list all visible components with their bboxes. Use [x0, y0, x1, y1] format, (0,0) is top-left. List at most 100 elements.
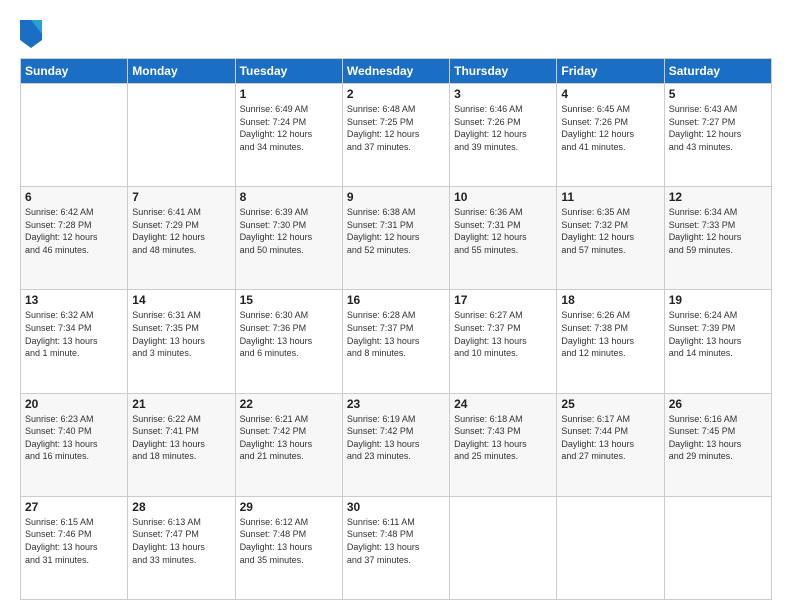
day-header-sunday: Sunday	[21, 59, 128, 84]
calendar-cell: 1 Sunrise: 6:49 AM Sunset: 7:24 PM Daylig…	[235, 84, 342, 187]
day-info: Sunrise: 6:24 AM Sunset: 7:39 PM Dayligh…	[669, 309, 767, 359]
day-info: Sunrise: 6:18 AM Sunset: 7:43 PM Dayligh…	[454, 413, 552, 463]
calendar-cell: 3 Sunrise: 6:46 AM Sunset: 7:26 PM Daylig…	[450, 84, 557, 187]
day-number: 26	[669, 397, 767, 411]
calendar-cell	[128, 84, 235, 187]
day-number: 29	[240, 500, 338, 514]
calendar-cell: 15Sunrise: 6:30 AM Sunset: 7:36 PM Dayli…	[235, 290, 342, 393]
calendar-cell: 23 Sunrise: 6:19 AM Sunset: 7:42 PM Dayli…	[342, 393, 449, 496]
calendar-cell: 28 Sunrise: 6:13 AM Sunset: 7:47 PM Dayli…	[128, 496, 235, 599]
day-header-tuesday: Tuesday	[235, 59, 342, 84]
day-info: Sunrise: 6:16 AM Sunset: 7:45 PM Dayligh…	[669, 413, 767, 463]
day-info: Sunrise: 6:19 AM Sunset: 7:42 PM Dayligh…	[347, 413, 445, 463]
day-number: 20	[25, 397, 123, 411]
day-info: Sunrise: 6:41 AM Sunset: 7:29 PM Dayligh…	[132, 206, 230, 256]
day-info: Sunrise: 6:46 AM Sunset: 7:26 PM Dayligh…	[454, 103, 552, 153]
day-number: 17	[454, 293, 552, 307]
day-info: Sunrise: 6:38 AM Sunset: 7:31 PM Dayligh…	[347, 206, 445, 256]
day-info: Sunrise: 6:11 AM Sunset: 7:48 PM Dayligh…	[347, 516, 445, 566]
day-number: 5	[669, 87, 767, 101]
calendar-cell: 7 Sunrise: 6:41 AM Sunset: 7:29 PM Daylig…	[128, 187, 235, 290]
day-number: 25	[561, 397, 659, 411]
calendar-cell	[450, 496, 557, 599]
calendar-cell: 12 Sunrise: 6:34 AM Sunset: 7:33 PM Dayli…	[664, 187, 771, 290]
calendar-cell: 10Sunrise: 6:36 AM Sunset: 7:31 PM Dayli…	[450, 187, 557, 290]
calendar-cell: 19 Sunrise: 6:24 AM Sunset: 7:39 PM Dayli…	[664, 290, 771, 393]
calendar-cell: 14 Sunrise: 6:31 AM Sunset: 7:35 PM Dayli…	[128, 290, 235, 393]
calendar-week-5: 27 Sunrise: 6:15 AM Sunset: 7:46 PM Dayli…	[21, 496, 772, 599]
day-info: Sunrise: 6:34 AM Sunset: 7:33 PM Dayligh…	[669, 206, 767, 256]
day-number: 16	[347, 293, 445, 307]
day-info: Sunrise: 6:13 AM Sunset: 7:47 PM Dayligh…	[132, 516, 230, 566]
day-number: 7	[132, 190, 230, 204]
day-info: Sunrise: 6:15 AM Sunset: 7:46 PM Dayligh…	[25, 516, 123, 566]
calendar-cell: 4Sunrise: 6:45 AM Sunset: 7:26 PM Daylig…	[557, 84, 664, 187]
day-info: Sunrise: 6:31 AM Sunset: 7:35 PM Dayligh…	[132, 309, 230, 359]
day-header-saturday: Saturday	[664, 59, 771, 84]
day-number: 22	[240, 397, 338, 411]
day-info: Sunrise: 6:22 AM Sunset: 7:41 PM Dayligh…	[132, 413, 230, 463]
day-number: 9	[347, 190, 445, 204]
day-header-friday: Friday	[557, 59, 664, 84]
calendar-cell: 8 Sunrise: 6:39 AM Sunset: 7:30 PM Daylig…	[235, 187, 342, 290]
day-info: Sunrise: 6:32 AM Sunset: 7:34 PM Dayligh…	[25, 309, 123, 359]
calendar-cell: 5 Sunrise: 6:43 AM Sunset: 7:27 PM Daylig…	[664, 84, 771, 187]
day-number: 19	[669, 293, 767, 307]
calendar-week-4: 20 Sunrise: 6:23 AM Sunset: 7:40 PM Dayli…	[21, 393, 772, 496]
calendar-cell	[557, 496, 664, 599]
calendar: SundayMondayTuesdayWednesdayThursdayFrid…	[20, 58, 772, 600]
calendar-header-row: SundayMondayTuesdayWednesdayThursdayFrid…	[21, 59, 772, 84]
day-number: 11	[561, 190, 659, 204]
page: SundayMondayTuesdayWednesdayThursdayFrid…	[0, 0, 792, 612]
day-info: Sunrise: 6:43 AM Sunset: 7:27 PM Dayligh…	[669, 103, 767, 153]
day-info: Sunrise: 6:17 AM Sunset: 7:44 PM Dayligh…	[561, 413, 659, 463]
day-info: Sunrise: 6:42 AM Sunset: 7:28 PM Dayligh…	[25, 206, 123, 256]
calendar-cell: 25 Sunrise: 6:17 AM Sunset: 7:44 PM Dayli…	[557, 393, 664, 496]
day-number: 28	[132, 500, 230, 514]
calendar-cell: 17Sunrise: 6:27 AM Sunset: 7:37 PM Dayli…	[450, 290, 557, 393]
calendar-cell: 18 Sunrise: 6:26 AM Sunset: 7:38 PM Dayli…	[557, 290, 664, 393]
calendar-cell: 13Sunrise: 6:32 AM Sunset: 7:34 PM Dayli…	[21, 290, 128, 393]
day-info: Sunrise: 6:23 AM Sunset: 7:40 PM Dayligh…	[25, 413, 123, 463]
calendar-cell: 6Sunrise: 6:42 AM Sunset: 7:28 PM Daylig…	[21, 187, 128, 290]
calendar-cell: 2Sunrise: 6:48 AM Sunset: 7:25 PM Daylig…	[342, 84, 449, 187]
day-header-thursday: Thursday	[450, 59, 557, 84]
day-info: Sunrise: 6:21 AM Sunset: 7:42 PM Dayligh…	[240, 413, 338, 463]
day-info: Sunrise: 6:36 AM Sunset: 7:31 PM Dayligh…	[454, 206, 552, 256]
header	[20, 18, 772, 48]
day-info: Sunrise: 6:39 AM Sunset: 7:30 PM Dayligh…	[240, 206, 338, 256]
day-number: 27	[25, 500, 123, 514]
calendar-cell: 21 Sunrise: 6:22 AM Sunset: 7:41 PM Dayli…	[128, 393, 235, 496]
calendar-cell: 9 Sunrise: 6:38 AM Sunset: 7:31 PM Daylig…	[342, 187, 449, 290]
calendar-cell	[21, 84, 128, 187]
day-header-monday: Monday	[128, 59, 235, 84]
day-number: 21	[132, 397, 230, 411]
logo-icon	[20, 20, 42, 48]
day-number: 3	[454, 87, 552, 101]
day-number: 1	[240, 87, 338, 101]
day-info: Sunrise: 6:12 AM Sunset: 7:48 PM Dayligh…	[240, 516, 338, 566]
calendar-cell: 26 Sunrise: 6:16 AM Sunset: 7:45 PM Dayli…	[664, 393, 771, 496]
day-number: 14	[132, 293, 230, 307]
logo	[20, 18, 44, 48]
calendar-week-1: 1 Sunrise: 6:49 AM Sunset: 7:24 PM Daylig…	[21, 84, 772, 187]
day-info: Sunrise: 6:48 AM Sunset: 7:25 PM Dayligh…	[347, 103, 445, 153]
day-number: 24	[454, 397, 552, 411]
day-number: 18	[561, 293, 659, 307]
calendar-week-3: 13Sunrise: 6:32 AM Sunset: 7:34 PM Dayli…	[21, 290, 772, 393]
calendar-cell: 29 Sunrise: 6:12 AM Sunset: 7:48 PM Dayli…	[235, 496, 342, 599]
calendar-cell	[664, 496, 771, 599]
day-number: 12	[669, 190, 767, 204]
day-info: Sunrise: 6:49 AM Sunset: 7:24 PM Dayligh…	[240, 103, 338, 153]
calendar-cell: 27 Sunrise: 6:15 AM Sunset: 7:46 PM Dayli…	[21, 496, 128, 599]
calendar-cell: 16 Sunrise: 6:28 AM Sunset: 7:37 PM Dayli…	[342, 290, 449, 393]
calendar-cell: 11Sunrise: 6:35 AM Sunset: 7:32 PM Dayli…	[557, 187, 664, 290]
day-info: Sunrise: 6:28 AM Sunset: 7:37 PM Dayligh…	[347, 309, 445, 359]
day-info: Sunrise: 6:45 AM Sunset: 7:26 PM Dayligh…	[561, 103, 659, 153]
day-number: 8	[240, 190, 338, 204]
day-number: 30	[347, 500, 445, 514]
day-header-wednesday: Wednesday	[342, 59, 449, 84]
day-number: 23	[347, 397, 445, 411]
day-info: Sunrise: 6:30 AM Sunset: 7:36 PM Dayligh…	[240, 309, 338, 359]
day-info: Sunrise: 6:26 AM Sunset: 7:38 PM Dayligh…	[561, 309, 659, 359]
